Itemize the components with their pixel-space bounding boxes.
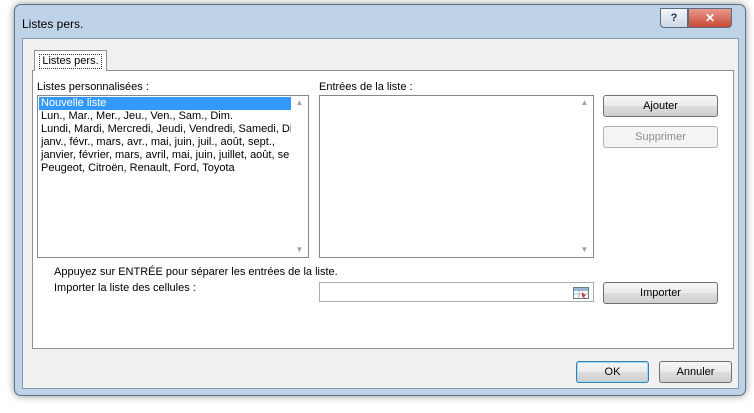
custom-lists-label: Listes personnalisées : xyxy=(37,81,149,93)
scroll-down-icon[interactable]: ▼ xyxy=(296,243,304,257)
list-item[interactable]: janvier, février, mars, avril, mai, juin… xyxy=(39,149,291,162)
range-picker-button[interactable] xyxy=(571,284,591,301)
tab-custom-lists-label: Listes pers. xyxy=(39,53,102,69)
import-label: Importer la liste des cellules : xyxy=(54,282,196,294)
entries-textarea[interactable]: ▲ ▼ xyxy=(319,95,594,258)
list-item[interactable]: Lun., Mar., Mer., Jeu., Ven., Sam., Dim. xyxy=(39,110,291,123)
list-item[interactable]: Peugeot, Citroën, Renault, Ford, Toyota xyxy=(39,162,291,175)
add-button[interactable]: Ajouter xyxy=(603,95,718,117)
list-item[interactable]: Lundi, Mardi, Mercredi, Jeudi, Vendredi,… xyxy=(39,123,291,136)
separator-hint: Appuyez sur ENTRÉE pour séparer les entr… xyxy=(54,266,338,278)
tab-panel: Listes personnalisées : Nouvelle liste Lu… xyxy=(32,70,734,349)
custom-lists-items: Nouvelle liste Lun., Mar., Mer., Jeu., Ve… xyxy=(39,97,291,175)
help-icon: ? xyxy=(670,12,678,24)
window-title: Listes pers. xyxy=(22,17,84,31)
ok-button[interactable]: OK xyxy=(576,361,649,383)
entries-scrollbar[interactable]: ▲ ▼ xyxy=(576,96,593,257)
list-item[interactable]: janv., févr., mars, avr., mai, juin, jui… xyxy=(39,136,291,149)
list-item[interactable]: Nouvelle liste xyxy=(39,97,291,110)
dialog-window: Listes pers. ? ✕ Listes pers. Listes per… xyxy=(14,4,746,396)
close-button[interactable]: ✕ xyxy=(688,8,732,28)
scroll-up-icon[interactable]: ▲ xyxy=(581,96,589,110)
dialog-client-area: Listes pers. Listes personnalisées : Nou… xyxy=(22,38,739,389)
delete-button[interactable]: Supprimer xyxy=(603,126,718,148)
import-button[interactable]: Importer xyxy=(603,282,718,304)
custom-lists-scrollbar[interactable]: ▲ ▼ xyxy=(291,96,308,257)
scroll-down-icon[interactable]: ▼ xyxy=(581,243,589,257)
cancel-button[interactable]: Annuler xyxy=(659,361,732,383)
custom-lists-listbox[interactable]: Nouvelle liste Lun., Mar., Mer., Jeu., Ve… xyxy=(37,95,309,258)
close-icon: ✕ xyxy=(704,11,716,25)
help-button[interactable]: ? xyxy=(660,8,688,28)
range-picker-icon xyxy=(573,286,589,299)
import-range-field[interactable] xyxy=(319,282,594,302)
tab-custom-lists[interactable]: Listes pers. xyxy=(34,50,107,71)
entries-label: Entrées de la liste : xyxy=(319,81,413,93)
scroll-up-icon[interactable]: ▲ xyxy=(296,96,304,110)
title-bar[interactable]: Listes pers. ? ✕ xyxy=(15,5,745,39)
